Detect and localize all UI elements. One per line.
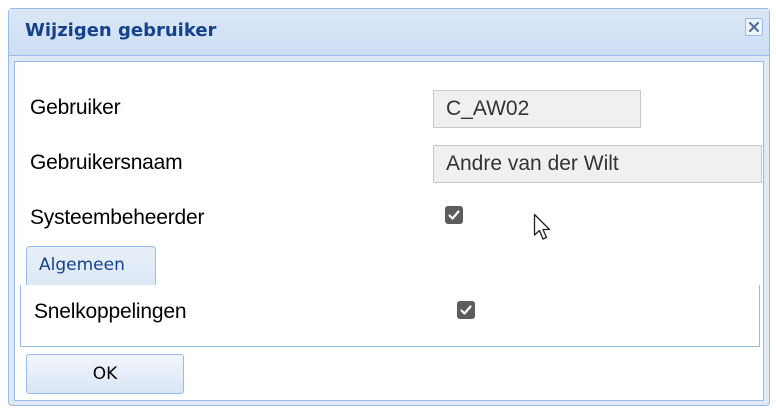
admin-checkbox[interactable] — [445, 206, 463, 224]
checkmark-icon — [460, 305, 472, 315]
user-field[interactable]: C_AW02 — [433, 90, 641, 128]
close-icon — [749, 22, 759, 32]
dialog-titlebar[interactable]: Wijzigen gebruiker — [9, 9, 769, 56]
tab-algemeen[interactable]: Algemeen — [26, 246, 156, 286]
admin-label: Systeembeheerder — [30, 206, 205, 229]
ok-button[interactable]: OK — [26, 354, 184, 394]
username-label: Gebruikersnaam — [30, 151, 183, 174]
mouse-cursor-icon — [533, 213, 551, 240]
dialog-title: Wijzigen gebruiker — [25, 20, 217, 41]
checkmark-icon — [448, 210, 460, 220]
dialog-footer: OK — [20, 352, 760, 398]
close-button[interactable] — [745, 18, 763, 36]
shortcuts-label: Snelkoppelingen — [34, 300, 187, 323]
dialog-body: Gebruiker C_AW02 Gebruikersnaam Andre va… — [14, 61, 764, 401]
tab-panel-algemeen: Snelkoppelingen — [20, 285, 760, 347]
username-field[interactable]: Andre van der Wilt — [433, 145, 762, 183]
shortcuts-checkbox[interactable] — [457, 301, 475, 319]
user-label: Gebruiker — [30, 96, 121, 119]
edit-user-dialog: Wijzigen gebruiker Gebruiker C_AW02 Gebr… — [8, 8, 770, 406]
tab-strip: Algemeen — [20, 242, 760, 286]
tab-algemeen-label: Algemeen — [39, 255, 125, 275]
